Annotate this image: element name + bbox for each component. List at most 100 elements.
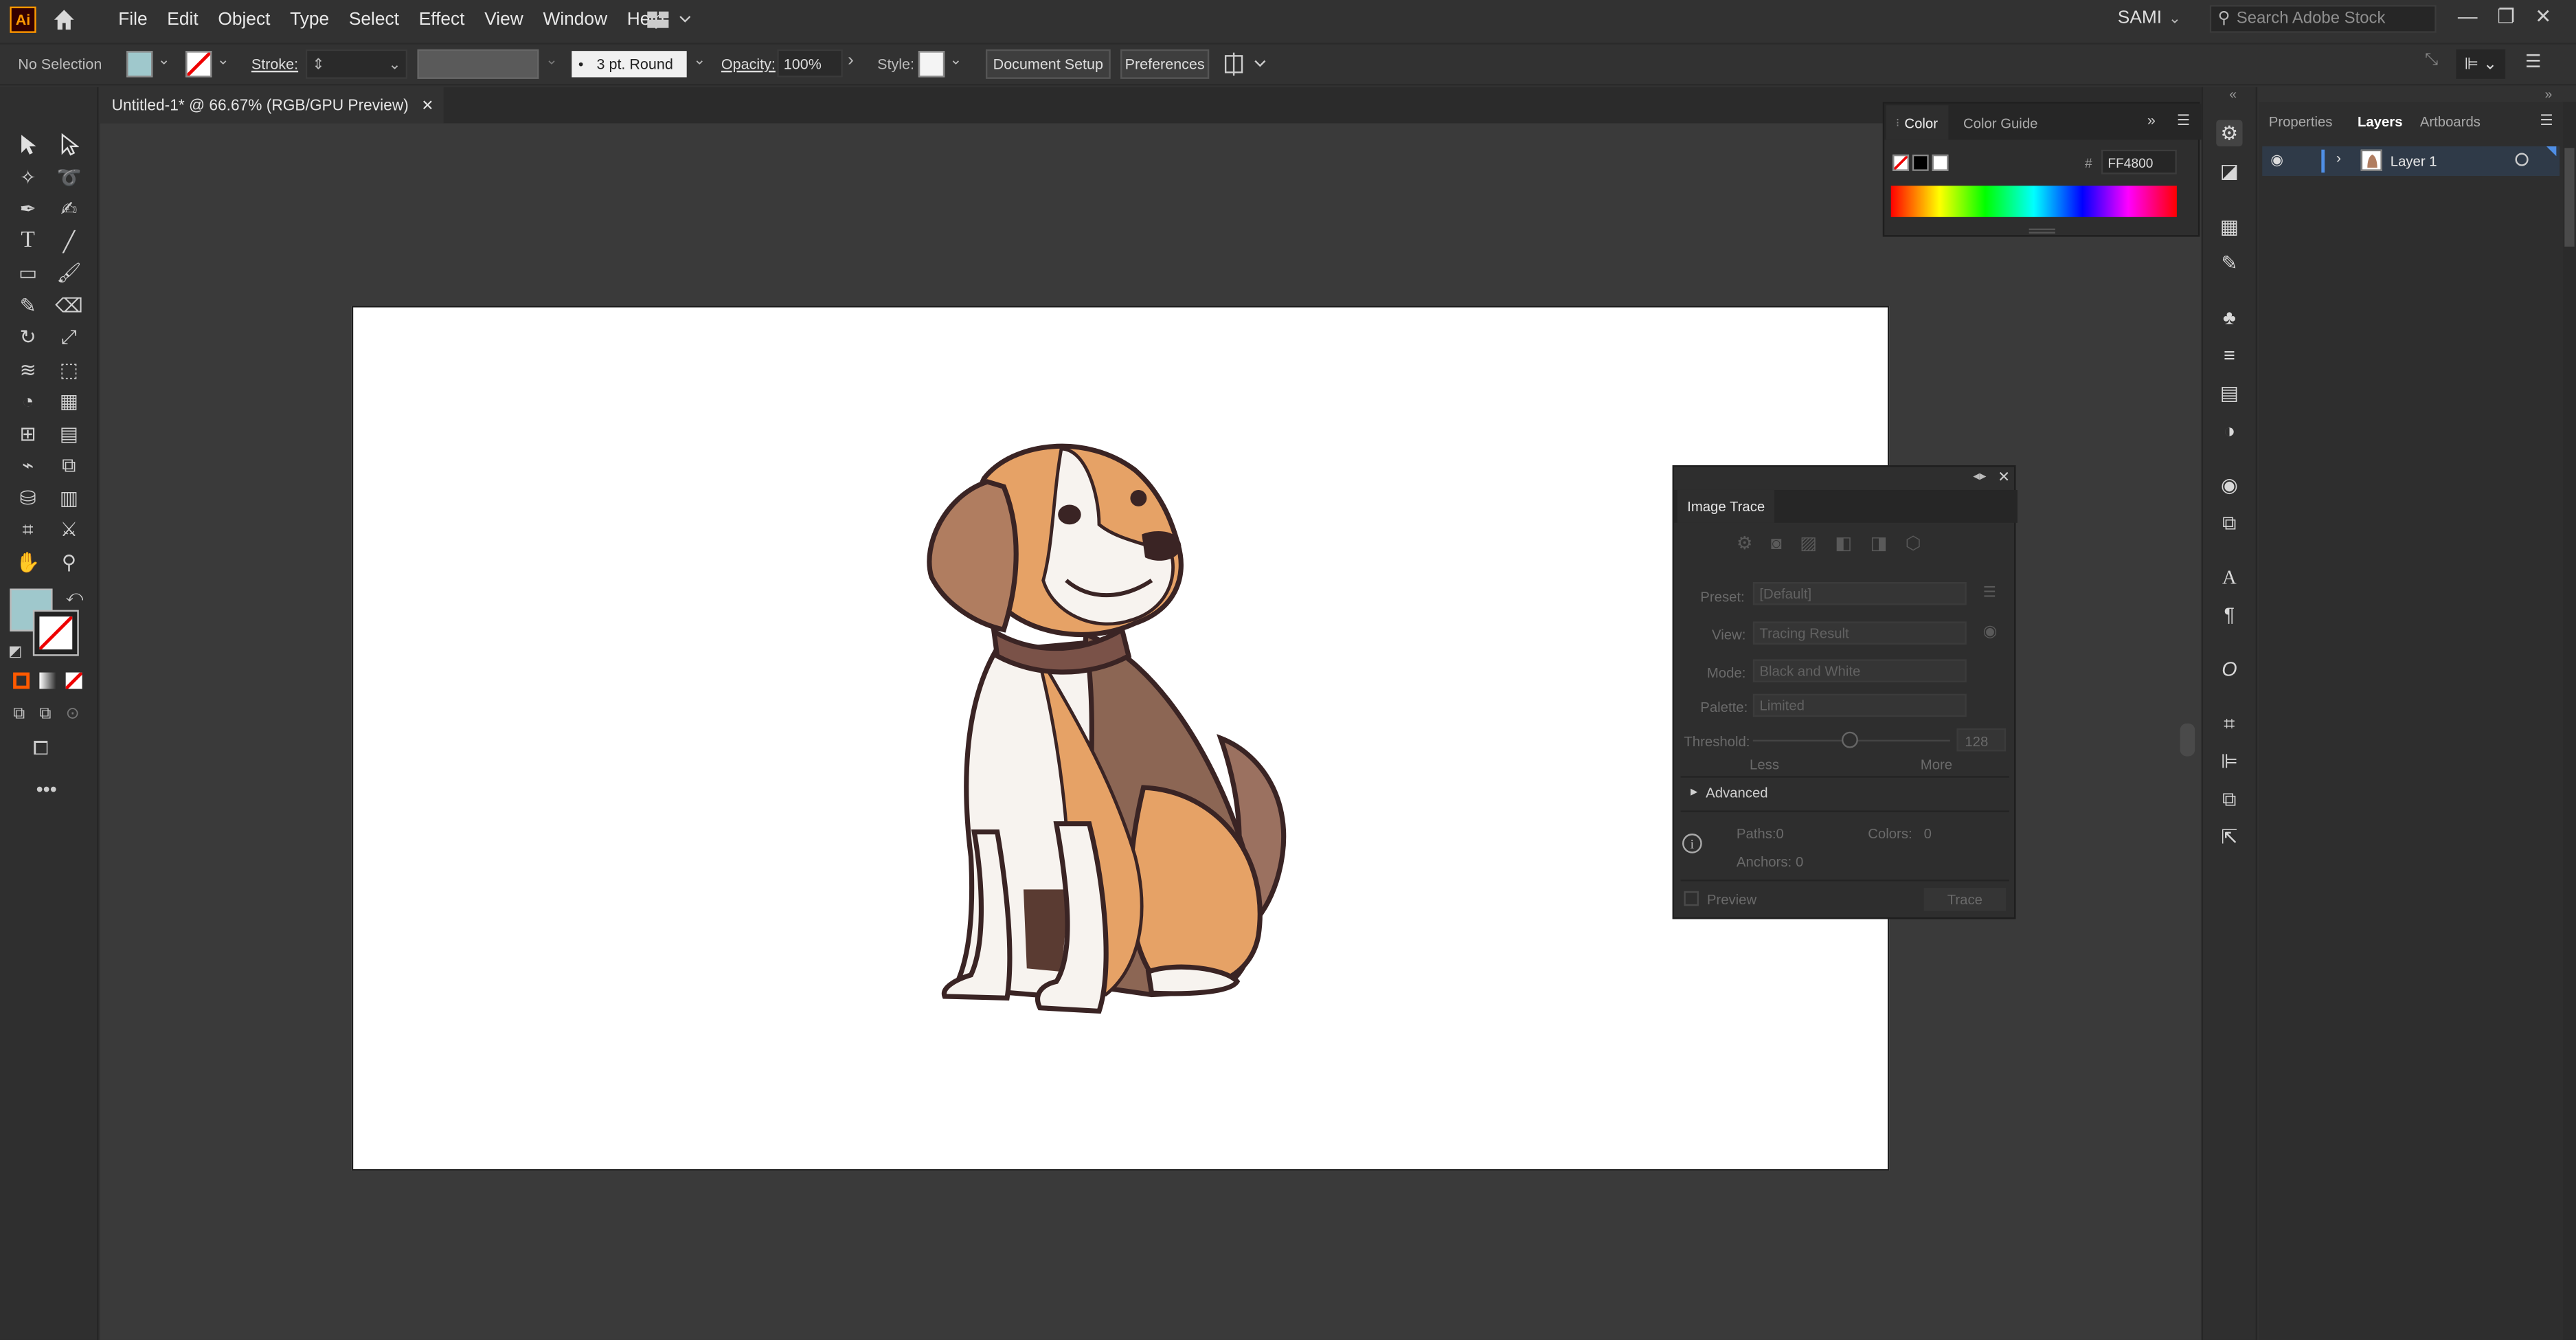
rectangle-tool-icon[interactable]: ▭ (13, 260, 43, 286)
preferences-button[interactable]: Preferences (1120, 49, 1210, 79)
black-swatch[interactable] (1912, 154, 1929, 171)
eye-icon[interactable]: ◉ (1983, 623, 1998, 641)
transform-icon[interactable]: ⌗ (2216, 711, 2242, 737)
hand-tool-icon[interactable]: ✋ (13, 549, 43, 575)
low-color-icon[interactable]: ▨ (1800, 533, 1817, 555)
gradient-tool-icon[interactable]: ▤ (54, 421, 84, 447)
screen-mode-icon[interactable]: ⧠ (33, 737, 49, 761)
chevron-down-icon[interactable]: ⌄ (158, 51, 170, 69)
layer-row[interactable]: ◉ › Layer 1 (2262, 146, 2560, 177)
expand-layer-icon[interactable]: › (2336, 150, 2341, 166)
rotate-tool-icon[interactable]: ↻ (13, 324, 43, 350)
restore-icon[interactable]: ❐ (2497, 5, 2515, 27)
stock-search[interactable]: ⚲ Search Adobe Stock (2209, 5, 2437, 33)
opentype-icon[interactable]: O (2216, 656, 2242, 682)
symbols-icon[interactable]: ♣ (2216, 304, 2242, 331)
free-transform-icon[interactable]: ⬚ (54, 357, 84, 383)
layer-target-icon[interactable] (2515, 153, 2529, 166)
symbol-sprayer-icon[interactable]: ⛁ (13, 485, 43, 511)
chevron-down-icon[interactable]: ⌄ (2169, 10, 2181, 27)
close-icon[interactable]: ✕ (2535, 5, 2551, 27)
palette-dropdown[interactable]: Limited (1752, 693, 1967, 717)
color-spectrum[interactable] (1890, 186, 2177, 217)
double-chevron-icon[interactable]: » (2545, 87, 2553, 102)
preset-menu-icon[interactable]: ☰ (1983, 583, 1996, 601)
scrollbar-thumb[interactable] (2564, 148, 2575, 247)
more-tools-icon[interactable]: ••• (36, 778, 57, 801)
type-tool-icon[interactable]: T (13, 229, 43, 255)
minimize-icon[interactable]: — (2458, 5, 2478, 27)
view-dropdown[interactable]: Tracing Result (1752, 621, 1967, 645)
artboard-tool-icon[interactable]: ⌗ (13, 516, 43, 542)
high-color-icon[interactable]: ◙ (1771, 533, 1782, 553)
none-swatch[interactable] (1893, 154, 1910, 171)
draw-normal-icon[interactable]: ⧉ (13, 705, 25, 723)
eraser-icon[interactable]: ⌫ (54, 293, 84, 319)
layer-name[interactable]: Layer 1 (2391, 153, 2437, 170)
workspace-switcher-icon[interactable] (646, 8, 695, 31)
direct-selection-tool-icon[interactable] (54, 131, 84, 157)
stroke-color-icon[interactable] (32, 610, 79, 656)
opacity-label[interactable]: Opacity: (721, 56, 776, 72)
scale-tool-icon[interactable]: ⤢ (54, 324, 84, 350)
dock-resize-handle[interactable] (2180, 723, 2195, 757)
paragraph-icon[interactable]: ¶ (2216, 602, 2242, 628)
menu-icon[interactable]: ☰ (2525, 51, 2542, 73)
layers-tab[interactable]: Layers (2358, 113, 2403, 130)
menu-select[interactable]: Select (339, 10, 409, 30)
chevron-down-icon[interactable]: ⌄ (949, 51, 962, 69)
artboards-tab[interactable]: Artboards (2420, 113, 2481, 130)
paintbrush-icon[interactable]: 🖌 (54, 260, 84, 286)
double-chevron-icon[interactable]: « (2229, 87, 2237, 102)
image-trace-panel-icon[interactable]: ⚙ (2216, 120, 2243, 146)
collapse-panel-icon[interactable]: ◂▸ (1973, 469, 1986, 484)
opacity-field[interactable]: 100% (777, 49, 843, 78)
brush-definition[interactable]: • 3 pt. Round (572, 51, 687, 78)
stroke-panel-icon[interactable]: ≡ (2216, 342, 2242, 368)
variable-width-profile[interactable] (417, 49, 539, 79)
white-swatch[interactable] (1932, 154, 1949, 171)
threshold-field[interactable]: 128 (1956, 728, 2007, 752)
pathfinder-icon[interactable]: ⧉ (2216, 786, 2242, 812)
document-tab[interactable]: Untitled-1* @ 66.67% (RGB/GPU Preview) ✕ (98, 87, 444, 124)
advanced-toggle[interactable]: ▸ Advanced (1691, 783, 1768, 801)
align-icon[interactable]: ⊫ (2216, 748, 2242, 774)
panel-menu-icon[interactable]: ☰ (2540, 112, 2553, 130)
dog-illustration[interactable] (353, 307, 1891, 1172)
chevron-down-icon[interactable]: ⌄ (545, 51, 558, 69)
chevron-right-icon[interactable]: › (848, 51, 854, 71)
gradient-panel-icon[interactable]: ▤ (2216, 380, 2242, 406)
line-tool-icon[interactable]: ╱ (54, 229, 84, 255)
perspective-grid-icon[interactable]: ▦ (54, 388, 84, 414)
column-graph-icon[interactable]: ▥ (54, 485, 84, 511)
eyedropper-icon[interactable]: ⌁ (13, 452, 43, 478)
visibility-eye-icon[interactable]: ◉ (2270, 151, 2283, 169)
chevron-down-icon[interactable]: ⌄ (217, 51, 229, 69)
stroke-swatch[interactable] (185, 51, 212, 78)
threshold-slider-handle[interactable] (1841, 731, 1858, 748)
default-colors-icon[interactable]: ◩ (8, 643, 22, 661)
menu-type[interactable]: Type (280, 10, 339, 30)
color-mode-icon[interactable] (13, 672, 30, 689)
outline-icon[interactable]: ⬡ (1906, 533, 1921, 555)
fill-swatch[interactable] (126, 51, 153, 78)
blend-tool-icon[interactable]: ⧉ (54, 452, 84, 478)
double-chevron-icon[interactable]: » (2147, 112, 2156, 129)
preset-dropdown[interactable]: [Default] (1752, 581, 1967, 605)
collapse-icon[interactable]: ⤡ (2425, 51, 2438, 69)
trace-button[interactable]: Trace (1923, 888, 2007, 911)
pen-tool-icon[interactable]: ✒ (13, 196, 43, 222)
mode-dropdown[interactable]: Black and White (1752, 659, 1967, 682)
image-trace-tab[interactable]: Image Trace (1677, 489, 1775, 523)
swap-colors-icon[interactable]: ⤺ (66, 589, 84, 607)
align-panel-icon[interactable]: ⊫ ⌄ (2456, 49, 2506, 79)
transparency-icon[interactable]: ◑ (2216, 418, 2242, 444)
slice-tool-icon[interactable]: ⚔ (54, 516, 84, 542)
mesh-tool-icon[interactable]: ⊞ (13, 421, 43, 447)
home-icon[interactable] (51, 7, 77, 33)
arrange-documents-icon[interactable] (1224, 51, 1267, 77)
none-mode-icon[interactable] (65, 672, 82, 689)
color-tab[interactable]: ⁝ Color (1886, 105, 1948, 140)
draw-behind-icon[interactable]: ⧉ (39, 705, 51, 723)
draw-inside-icon[interactable]: ⊙ (66, 705, 80, 723)
